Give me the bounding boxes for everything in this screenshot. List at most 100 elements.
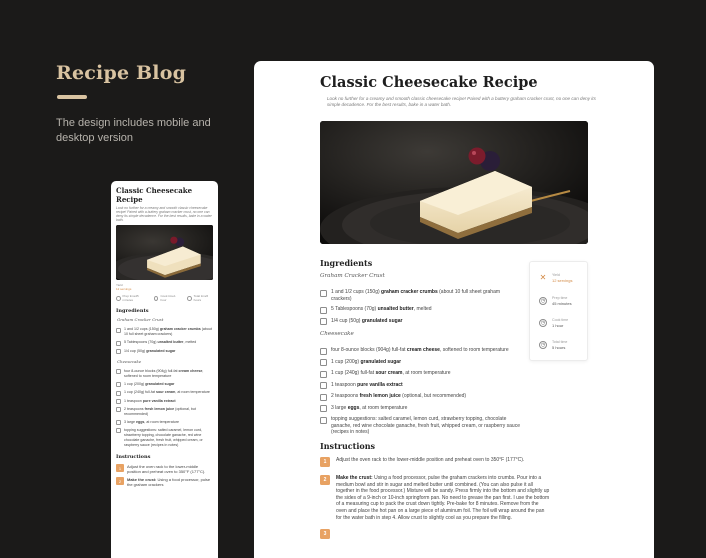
ingredient-checkbox[interactable] bbox=[116, 420, 121, 426]
ingredient-checkbox[interactable] bbox=[116, 382, 121, 388]
mobile-ingredient-row: 3 large eggs, at room temperature bbox=[116, 420, 213, 426]
desktop-ingredient-row: 1 cup (240g) full-fat sour cream, at roo… bbox=[320, 370, 520, 378]
ingredient-note: (optional, but recommended) bbox=[400, 393, 467, 399]
ingredient-text: 1 cup (240g) full-fat sour cream, at roo… bbox=[331, 370, 451, 377]
ingredient-amount: 2 teaspoons bbox=[124, 406, 145, 411]
step-text: Make the crust: Using a food processor, … bbox=[336, 475, 550, 521]
ingredients-heading: Ingredients bbox=[320, 258, 373, 268]
brand-description: The design includes mobile and desktop v… bbox=[56, 117, 211, 144]
ingredient-amount: topping suggestions: bbox=[331, 416, 379, 422]
ingredient-checkbox[interactable] bbox=[320, 382, 327, 389]
recipe-title: Classic Cheesecake Recipe bbox=[320, 74, 538, 91]
filling-heading: Cheesecake bbox=[320, 331, 354, 337]
ingredient-text: four 8-ounce blocks (904g) full-fat crea… bbox=[124, 369, 213, 379]
ingredient-checkbox[interactable] bbox=[116, 327, 121, 333]
ingredient-checkbox[interactable] bbox=[116, 348, 121, 354]
ingredient-checkbox[interactable] bbox=[116, 340, 121, 346]
ingredient-name: granulated sugar bbox=[360, 358, 402, 365]
ingredient-amount: 1 cup (240g) full-fat bbox=[124, 390, 156, 395]
ingredient-name: eggs bbox=[347, 404, 360, 411]
ingredient-amount: 5 Tablespoons (70g) bbox=[124, 340, 158, 345]
mobile-preview: Classic Cheesecake Recipe Look no furthe… bbox=[111, 181, 218, 558]
meta-value: 1 hour bbox=[552, 322, 564, 328]
meta-total-time: ◷ Total time 5 hours bbox=[539, 340, 567, 350]
mobile-ingredient-row: 1 and 1/2 cups (150g) graham cracker cru… bbox=[116, 327, 213, 337]
ingredient-amount: 1 teaspoon bbox=[331, 381, 358, 388]
step-number: 2 bbox=[320, 475, 330, 485]
ingredient-checkbox[interactable] bbox=[320, 405, 327, 412]
mobile-meta-cook: Cook time1 hour bbox=[153, 294, 179, 302]
meta-value: 45 minutes bbox=[552, 300, 572, 306]
mobile-ingredient-row: 5 Tablespoons (70g) unsalted butter, mel… bbox=[116, 340, 213, 346]
instructions-heading: Instructions bbox=[320, 441, 376, 451]
ingredient-checkbox[interactable] bbox=[320, 306, 327, 314]
ingredient-amount: four 8-ounce blocks (904g) full-fat bbox=[331, 347, 407, 353]
meta-cook-time: ◷ Cook time 1 hour bbox=[539, 318, 568, 328]
ingredient-amount: 1 cup (240g) full-fat bbox=[331, 370, 376, 376]
clock-icon: ◷ bbox=[539, 340, 547, 349]
desktop-ingredient-row: 2 teaspoons fresh lemon juice (optional,… bbox=[320, 393, 520, 401]
ingredient-checkbox[interactable] bbox=[320, 393, 327, 401]
mobile-ingredient-row: topping suggestions: salted caramel, lem… bbox=[116, 428, 213, 448]
mobile-recipe-intro: Look no further for a creamy and smooth … bbox=[116, 206, 212, 222]
ingredient-checkbox[interactable] bbox=[116, 390, 121, 396]
desktop-ingredient-row: 3 large eggs, at room temperature bbox=[320, 404, 520, 412]
ingredient-amount: 2 teaspoons bbox=[331, 393, 360, 399]
ingredient-amount: 1 cup (200g) bbox=[331, 358, 361, 365]
mobile-meta-total: Total time5 hours bbox=[187, 294, 213, 302]
ingredient-name: graham cracker crumbs bbox=[159, 327, 201, 332]
mobile-ingredient-row: 2 teaspoons fresh lemon juice (optional,… bbox=[116, 407, 213, 417]
ingredient-checkbox[interactable] bbox=[116, 398, 121, 404]
ingredient-text: 2 teaspoons fresh lemon juice (optional,… bbox=[331, 393, 466, 400]
ingredient-text: 1/4 cup (50g) granulated sugar bbox=[331, 318, 402, 325]
meta-value: 12 servings bbox=[116, 286, 132, 291]
mobile-meta-yield: Yield 12 servings bbox=[116, 283, 132, 291]
ingredient-text: 1 and 1/2 cups (150g) graham cracker cru… bbox=[124, 327, 213, 337]
desktop-ingredient-row: four 8-ounce blocks (904g) full-fat crea… bbox=[320, 347, 520, 355]
desktop-ingredient-row: 1 teaspoon pure vanilla extract bbox=[320, 381, 520, 389]
instruction-step: 3 bbox=[320, 529, 550, 540]
ingredient-name: unsalted butter bbox=[157, 340, 184, 345]
step-body: Adjust the oven rack to the lower-middle… bbox=[127, 464, 206, 475]
ingredient-text: topping suggestions: salted caramel, lem… bbox=[124, 428, 213, 448]
mobile-filling-heading: Cheesecake bbox=[117, 358, 142, 364]
instruction-step: 1 Adjust the oven rack to the lower-middl… bbox=[320, 457, 550, 467]
ingredient-text: 1 cup (200g) granulated sugar bbox=[331, 359, 401, 366]
mobile-ingredient-row: 1 cup (200g) granulated sugar bbox=[116, 381, 213, 388]
meta-yield: ✕ Yield 12 servings bbox=[539, 273, 573, 283]
ingredient-checkbox[interactable] bbox=[320, 359, 327, 366]
mobile-ingredient-row: four 8-ounce blocks (904g) full-fat crea… bbox=[116, 369, 213, 379]
ingredient-name: cream cheese bbox=[406, 347, 440, 353]
ingredient-name: pure vanilla extract bbox=[142, 398, 176, 403]
desktop-preview: Classic Cheesecake Recipe Look no furthe… bbox=[254, 61, 654, 558]
ingredient-text: 1 and 1/2 cups (150g) graham cracker cru… bbox=[331, 289, 520, 302]
brand-underline bbox=[57, 95, 87, 99]
ingredient-amount: 1 cup (200g) bbox=[124, 381, 146, 386]
ingredient-checkbox[interactable] bbox=[116, 407, 121, 413]
ingredient-amount: 5 Tablespoons (70g) bbox=[331, 306, 378, 313]
cheesecake-photo bbox=[320, 121, 588, 244]
ingredient-text: 2 teaspoons fresh lemon juice (optional,… bbox=[124, 407, 213, 417]
ingredient-checkbox[interactable] bbox=[116, 428, 121, 434]
mobile-meta-row-2: Prep time45 minutes Cook time1 hour Tota… bbox=[116, 294, 213, 302]
ingredient-checkbox[interactable] bbox=[320, 289, 327, 297]
ingredient-checkbox[interactable] bbox=[320, 347, 327, 355]
ingredient-text: 1/4 cup (50g) granulated sugar bbox=[124, 349, 175, 354]
meta-label: Total time bbox=[552, 340, 568, 344]
step-body: Adjust the oven rack to the lower-middle… bbox=[336, 457, 525, 463]
recipe-intro: Look no further for a creamy and smooth … bbox=[327, 96, 596, 107]
ingredient-note: , at room temperature bbox=[175, 390, 210, 395]
ingredient-checkbox[interactable] bbox=[320, 318, 327, 326]
ingredient-checkbox[interactable] bbox=[116, 369, 121, 375]
recipe-meta-card: ✕ Yield 12 servings ◷ Prep time 45 minutes… bbox=[529, 261, 588, 361]
ingredient-name: fresh lemon juice bbox=[144, 406, 175, 411]
ingredient-amount: 1 and 1/2 cups (150g) bbox=[124, 327, 160, 332]
ingredient-name: unsalted butter bbox=[377, 306, 414, 313]
ingredient-text: 5 Tablespoons (70g) unsalted butter, mel… bbox=[331, 306, 432, 313]
ingredient-checkbox[interactable] bbox=[320, 416, 327, 424]
instruction-step: 1 Adjust the oven rack to the lower-middl… bbox=[116, 464, 213, 474]
mobile-ingredient-row: 1 teaspoon pure vanilla extract bbox=[116, 399, 213, 404]
desktop-ingredient-row: 1 cup (200g) granulated sugar bbox=[320, 359, 520, 366]
mobile-cheesecake-photo bbox=[116, 225, 213, 280]
ingredient-checkbox[interactable] bbox=[320, 370, 327, 378]
